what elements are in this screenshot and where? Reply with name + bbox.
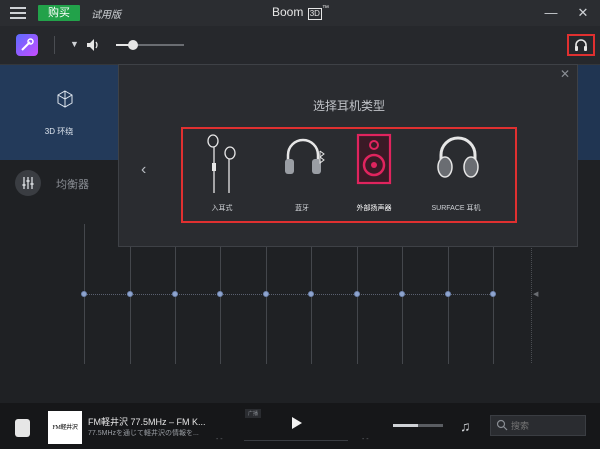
search-input[interactable]	[511, 416, 581, 435]
speaker-volume-icon[interactable]	[86, 38, 102, 52]
bluetooth-headphones-icon	[285, 138, 325, 174]
search-box[interactable]	[490, 415, 586, 436]
option-bluetooth[interactable]: 蓝牙	[267, 129, 337, 221]
total-time: - -	[362, 436, 369, 443]
eq-band-knob[interactable]	[354, 291, 360, 297]
eq-band-knob[interactable]	[263, 291, 269, 297]
option-label: 入耳式	[211, 205, 233, 212]
trademark: ™	[321, 5, 329, 12]
eq-band-knob[interactable]	[445, 291, 451, 297]
station-cover-art[interactable]: FM軽井沢	[48, 411, 82, 444]
station-title: FM軽井沢 77.5MHz – FM K...	[88, 417, 206, 427]
player-volume-fill	[393, 424, 418, 427]
station-description: 77.5MHzを通じて軽井沢の情報を...	[88, 430, 199, 437]
headphone-type-popup: ✕ 选择耳机类型 ‹ 入耳式 蓝牙 外部扬声器 SURFACE 耳机	[118, 64, 578, 247]
equalizer-icon[interactable]	[15, 170, 41, 196]
eq-band-knob[interactable]	[217, 291, 223, 297]
menu-icon[interactable]	[10, 7, 26, 19]
stream-badge: 广播	[245, 409, 262, 418]
equalizer-marker-icon: ◀	[533, 291, 539, 298]
option-external-speaker[interactable]: 外部扬声器	[339, 129, 409, 221]
app-badge: 3D	[307, 8, 322, 20]
app-name: Boom	[272, 5, 304, 19]
boom-logo-icon	[21, 38, 34, 51]
sliders-icon	[22, 177, 34, 189]
boom-app-icon[interactable]	[16, 34, 38, 56]
option-label: SURFACE 耳机	[431, 205, 481, 212]
playback-progress[interactable]	[244, 440, 348, 441]
popup-title: 选择耳机类型	[312, 99, 385, 113]
speaker-icon	[356, 133, 392, 185]
toolbar: ▼	[0, 26, 600, 65]
playlist-queue-icon[interactable]: ♫	[460, 418, 471, 434]
eq-band-knob[interactable]	[81, 291, 87, 297]
eq-band-knob[interactable]	[399, 291, 405, 297]
headphones-icon	[575, 39, 587, 51]
equalizer-curve	[84, 294, 490, 296]
earbuds-icon	[207, 134, 236, 193]
3d-cube-icon	[57, 90, 73, 108]
equalizer-label: 均衡器	[56, 179, 89, 191]
option-label: 蓝牙	[295, 205, 309, 212]
headphone-type-button[interactable]	[567, 34, 595, 56]
buy-button[interactable]: 购买	[38, 5, 80, 21]
elapsed-time: - -	[216, 436, 223, 443]
music-library-icon[interactable]	[15, 419, 30, 437]
eq-band-knob[interactable]	[490, 291, 496, 297]
volume-slider[interactable]	[116, 40, 184, 50]
eq-band-knob[interactable]	[127, 291, 133, 297]
cover-art-text: FM軽井沢	[52, 425, 78, 431]
play-button[interactable]	[292, 417, 302, 429]
3d-surround-label: 3D 环绕	[44, 127, 74, 136]
minimize-button[interactable]: —	[541, 3, 561, 23]
player-volume-slider[interactable]	[393, 424, 443, 427]
chevron-left-icon[interactable]: ‹	[141, 161, 146, 179]
3d-surround-panel[interactable]: 3D 环绕	[0, 65, 118, 160]
app-title: Boom 3D™	[272, 5, 329, 20]
close-button[interactable]: ✕	[573, 3, 593, 23]
player-bar: FM軽井沢 FM軽井沢 77.5MHz – FM K... 77.5MHzを通じ…	[0, 403, 600, 449]
headphone-options: 入耳式 蓝牙 外部扬声器 SURFACE 耳机	[181, 127, 517, 223]
eq-band-knob[interactable]	[172, 291, 178, 297]
search-icon	[496, 419, 508, 431]
popup-close-button[interactable]: ✕	[560, 67, 570, 81]
volume-slider-knob[interactable]	[128, 40, 138, 50]
effects-strip	[578, 65, 600, 160]
option-label: 外部扬声器	[356, 205, 392, 212]
trial-label: 试用版	[91, 10, 121, 21]
surface-headphones-icon	[437, 136, 479, 178]
toolbar-divider	[54, 36, 55, 54]
chevron-down-icon[interactable]: ▼	[70, 39, 79, 49]
eq-band-knob[interactable]	[308, 291, 314, 297]
option-surface-headphones[interactable]: SURFACE 耳机	[421, 129, 491, 221]
title-bar: 购买 试用版 Boom 3D™ — ✕	[0, 0, 600, 26]
equalizer-edge	[531, 243, 533, 363]
option-in-ear[interactable]: 入耳式	[187, 129, 257, 221]
